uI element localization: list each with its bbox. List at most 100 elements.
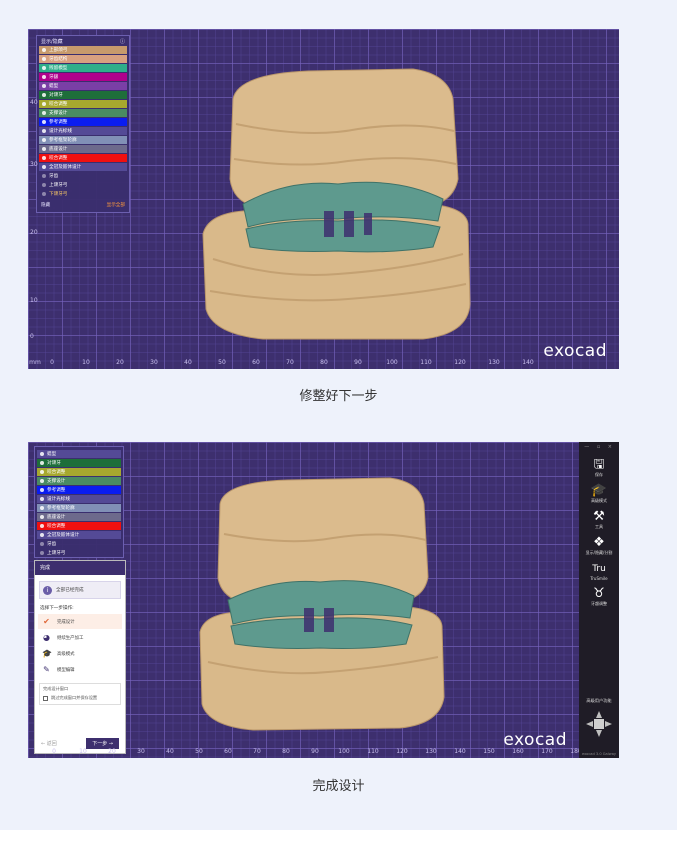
- tool-save[interactable]: 🖫 保存: [579, 458, 619, 478]
- exocad-logo: exocad: [503, 730, 567, 750]
- x-tick-label: 140: [454, 748, 466, 755]
- layer-item[interactable]: 参考框架轮廓: [37, 504, 121, 512]
- option-continue-production[interactable]: ◕ 继续生产加工: [38, 630, 122, 645]
- layer-item[interactable]: 参考调整: [39, 118, 127, 126]
- eye-icon[interactable]: [42, 48, 46, 52]
- viewport-screenshot-2: 蜡型 对颌牙 咬合调整 支撑设计 参考调整 设计光标线 参考框架轮廓 底座设计 咬合调整 全冠及嵌…: [28, 442, 619, 758]
- x-tick-label: 0: [52, 748, 56, 755]
- eye-icon[interactable]: [40, 497, 44, 501]
- eye-icon[interactable]: [42, 120, 46, 124]
- x-tick-label: 20: [116, 359, 124, 366]
- x-tick-label: 100: [338, 748, 350, 755]
- layer-group[interactable]: 上颌牙弓: [39, 181, 127, 189]
- tool-tools[interactable]: ⚒ 工具: [579, 510, 619, 530]
- eye-icon[interactable]: [40, 533, 44, 537]
- view-orientation-icon[interactable]: [585, 710, 613, 738]
- tool-trusmile[interactable]: Tru TruSmile: [579, 562, 619, 581]
- eye-icon[interactable]: [42, 156, 46, 160]
- x-tick-label: 0: [50, 359, 54, 366]
- right-toolbar: — ▫ × 🖫 保存 🎓 高级模式 ⚒ 工具 ❖ 显示/隐藏/分割 Tru TruSmile ♉ 牙龈…: [579, 442, 619, 758]
- eye-icon[interactable]: [40, 479, 44, 483]
- layer-item[interactable]: 参考调整: [37, 486, 121, 494]
- x-tick-label: 90: [354, 359, 362, 366]
- x-tick-label: 150: [483, 748, 495, 755]
- layer-item[interactable]: 全冠及嵌体设计: [39, 163, 127, 171]
- question-icon[interactable]: ⓘ: [120, 38, 125, 45]
- layer-item[interactable]: 咬合调整: [37, 468, 121, 476]
- eye-icon[interactable]: [42, 57, 46, 61]
- eye-icon[interactable]: [40, 524, 44, 528]
- option-expert-mode[interactable]: 🎓 高级模式: [38, 646, 122, 661]
- layer-item[interactable]: 全冠及嵌体设计: [37, 531, 121, 539]
- eye-icon[interactable]: [42, 84, 46, 88]
- show-all-button[interactable]: 显示全部: [107, 202, 125, 208]
- layer-item[interactable]: 对颌牙: [39, 91, 127, 99]
- eye-icon[interactable]: [42, 111, 46, 115]
- panel-footer: 隐藏 显示全部: [37, 199, 129, 211]
- tool-layers[interactable]: ❖ 显示/隐藏/分割: [579, 536, 619, 556]
- window-buttons[interactable]: — ▫ ×: [579, 442, 619, 452]
- eye-icon[interactable]: [42, 93, 46, 97]
- layer-item[interactable]: 蜡型: [39, 82, 127, 90]
- wizard-status: i 全部已经完成: [39, 581, 121, 599]
- eye-icon[interactable]: [42, 129, 46, 133]
- panel-title: 显示/隐藏: [41, 38, 63, 45]
- eye-icon[interactable]: [40, 515, 44, 519]
- layer-item[interactable]: 参考框架轮廓: [39, 136, 127, 144]
- layer-group[interactable]: 牙齿: [39, 172, 127, 180]
- model-visibility-panel: 蜡型 对颌牙 咬合调整 支撑设计 参考调整 设计光标线 参考框架轮廓 底座设计 咬合调整 全冠及嵌…: [34, 446, 124, 558]
- option-model-edit[interactable]: ✎ 模型编辑: [38, 662, 122, 677]
- caption-2: 完成设计: [312, 779, 365, 794]
- eye-icon[interactable]: [42, 165, 46, 169]
- layer-item[interactable]: 咬合调整: [37, 522, 121, 530]
- x-ruler: 0 10 20 30 40 50 60 70 80 90 100 110 120 130 140 150 160…: [28, 744, 582, 758]
- eye-icon[interactable]: [42, 75, 46, 79]
- x-tick-label: 50: [218, 359, 226, 366]
- layer-item[interactable]: 底座设计: [37, 513, 121, 521]
- layer-item[interactable]: 对颌牙: [37, 459, 121, 467]
- info-icon: i: [43, 585, 52, 595]
- eye-icon[interactable]: [42, 66, 46, 70]
- x-tick-label: 110: [420, 359, 432, 366]
- finish-wizard: 完成 i 全部已经完成 选择下一步操作: ✔ 完成设计 ◕ 继续生产加工 🎓 高…: [34, 560, 126, 754]
- x-tick-label: 100: [386, 359, 398, 366]
- layer-item[interactable]: 支撑设计: [37, 477, 121, 485]
- layers-icon: ❖: [593, 535, 605, 550]
- layer-item[interactable]: 上部颌弓: [39, 46, 127, 54]
- layer-item[interactable]: 残留模型: [39, 64, 127, 72]
- version-label: exocad 3.0 Galway: [581, 752, 617, 756]
- eye-icon[interactable]: [40, 488, 44, 492]
- layer-item[interactable]: 支撑设计: [39, 109, 127, 117]
- skip-window-checkbox[interactable]: 跳过完成窗口并保存设置: [43, 695, 117, 701]
- eye-icon[interactable]: [42, 102, 46, 106]
- eye-icon[interactable]: [42, 147, 46, 151]
- layer-item[interactable]: 底座设计: [39, 145, 127, 153]
- option-finish-design[interactable]: ✔ 完成设计: [38, 614, 122, 629]
- x-tick-label: 20: [108, 748, 116, 755]
- x-tick-label: 60: [252, 359, 260, 366]
- eye-icon[interactable]: [40, 461, 44, 465]
- eye-icon[interactable]: [40, 506, 44, 510]
- tool-graduation-cap[interactable]: 🎓 高级模式: [579, 484, 619, 504]
- layer-item[interactable]: 牙龈: [39, 73, 127, 81]
- mill-icon: ◕: [43, 633, 50, 642]
- panel-header[interactable]: 显示/隐藏 ⓘ: [37, 36, 129, 46]
- layer-item[interactable]: 牙齿结构: [39, 55, 127, 63]
- layer-group[interactable]: 上颌牙弓: [37, 549, 121, 557]
- layer-item[interactable]: 设计光标线: [37, 495, 121, 503]
- tool-tooth[interactable]: ♉ 牙龈调整: [579, 587, 619, 607]
- eye-icon[interactable]: [40, 470, 44, 474]
- eye-icon[interactable]: [40, 452, 44, 456]
- x-tick-label: 110: [367, 748, 379, 755]
- layer-item[interactable]: 咬合调整: [39, 100, 127, 108]
- hide-all-toggle[interactable]: 隐藏: [41, 202, 50, 208]
- layer-group[interactable]: 下颌牙弓: [39, 190, 127, 198]
- layer-item[interactable]: 咬合调整: [39, 154, 127, 162]
- expert-features-label[interactable]: 高级用户功能: [579, 698, 619, 704]
- caption-1: 修整好下一步: [299, 389, 378, 404]
- layer-item[interactable]: 设计光标线: [39, 127, 127, 135]
- layer-group[interactable]: 牙齿: [37, 540, 121, 548]
- layer-item[interactable]: 蜡型: [37, 450, 121, 458]
- eye-icon[interactable]: [42, 138, 46, 142]
- x-tick-label: 10: [79, 748, 87, 755]
